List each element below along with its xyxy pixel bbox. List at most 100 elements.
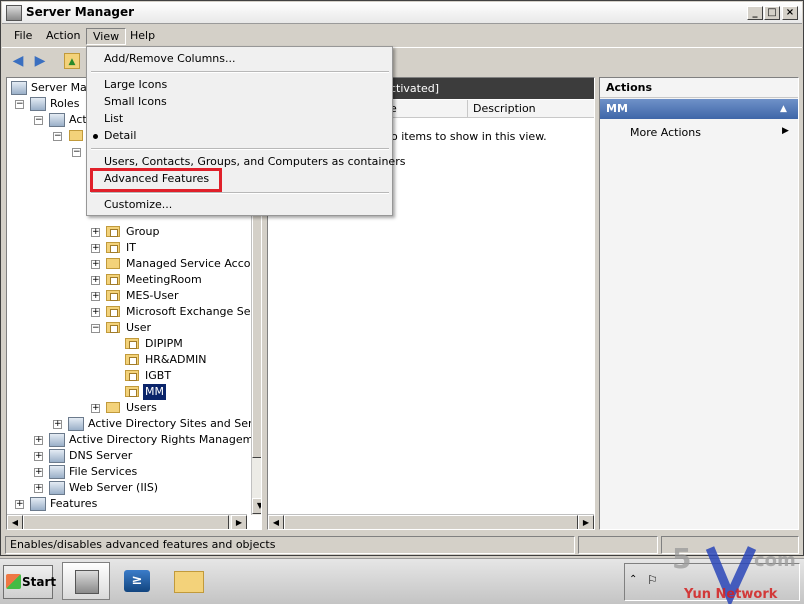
folder-icon bbox=[106, 258, 120, 269]
collapse-icon[interactable]: − bbox=[15, 100, 24, 109]
scroll-right-icon[interactable]: ▶ bbox=[578, 515, 594, 529]
scroll-left-icon[interactable]: ◀ bbox=[7, 515, 23, 529]
close-button[interactable]: × bbox=[782, 6, 798, 20]
minimize-button[interactable]: _ bbox=[747, 6, 763, 20]
folder-icon bbox=[106, 226, 120, 237]
ad-rms-icon bbox=[49, 433, 65, 447]
back-arrow-icon[interactable]: ◀ bbox=[10, 53, 26, 69]
highlight-annotation bbox=[90, 168, 222, 192]
menu-item-customize[interactable]: Customize... bbox=[104, 197, 172, 213]
server-manager-icon bbox=[75, 570, 99, 594]
menu-item-list[interactable]: List bbox=[104, 111, 123, 127]
domain-icon bbox=[69, 130, 83, 141]
expand-icon[interactable]: + bbox=[91, 228, 100, 237]
folder-icon bbox=[106, 306, 120, 317]
menu-separator bbox=[91, 192, 389, 194]
expand-icon[interactable]: + bbox=[34, 436, 43, 445]
expand-icon[interactable]: + bbox=[34, 484, 43, 493]
menu-bar: File Action View Help bbox=[2, 25, 802, 46]
ou-icon bbox=[125, 370, 139, 381]
features-icon bbox=[30, 497, 46, 511]
folder-icon bbox=[174, 571, 204, 593]
actions-pane: Actions MM ▲ More Actions ▶ bbox=[599, 77, 799, 530]
status-cell-2 bbox=[578, 536, 658, 554]
menu-action[interactable]: Action bbox=[40, 28, 86, 45]
menu-view[interactable]: View bbox=[86, 28, 127, 45]
menu-separator bbox=[91, 148, 389, 150]
scroll-thumb[interactable] bbox=[284, 515, 578, 529]
server-manager-icon bbox=[11, 81, 27, 95]
actions-section-header[interactable]: MM ▲ bbox=[600, 99, 798, 119]
windows-logo-icon bbox=[6, 574, 21, 589]
taskbar-server-manager-button[interactable] bbox=[62, 562, 110, 600]
menu-item-add-remove-columns[interactable]: Add/Remove Columns... bbox=[104, 51, 235, 67]
expand-icon[interactable]: + bbox=[91, 292, 100, 301]
ou-icon bbox=[125, 338, 139, 349]
ou-icon bbox=[125, 354, 139, 365]
menu-item-detail[interactable]: Detail bbox=[104, 128, 136, 144]
taskbar-powershell-button[interactable]: ≥ bbox=[114, 562, 162, 600]
folder-icon bbox=[106, 242, 120, 253]
status-cell-3 bbox=[661, 536, 799, 554]
list-horizontal-scrollbar[interactable]: ◀ ▶ bbox=[268, 514, 594, 529]
powershell-icon: ≥ bbox=[124, 570, 150, 592]
collapse-icon[interactable]: − bbox=[72, 148, 81, 157]
selected-tree-label: MM bbox=[143, 384, 166, 400]
menu-item-small-icons[interactable]: Small Icons bbox=[104, 94, 167, 110]
menu-item-large-icons[interactable]: Large Icons bbox=[104, 77, 167, 93]
submenu-arrow-icon: ▶ bbox=[782, 126, 789, 136]
folder-icon bbox=[106, 322, 120, 333]
taskbar: Start ≥ ⌃ ⚐ bbox=[0, 558, 804, 604]
collapse-icon[interactable]: − bbox=[91, 324, 100, 333]
window-title: Server Manager bbox=[26, 5, 135, 19]
action-center-flag-icon[interactable]: ⚐ bbox=[647, 573, 658, 587]
system-tray: ⌃ ⚐ bbox=[624, 563, 800, 601]
expand-icon[interactable]: + bbox=[34, 452, 43, 461]
status-text: Enables/disables advanced features and o… bbox=[5, 536, 575, 554]
status-bar: Enables/disables advanced features and o… bbox=[2, 534, 802, 555]
ad-sites-icon bbox=[68, 417, 84, 431]
title-bar[interactable]: Server Manager _ □ × bbox=[2, 2, 802, 24]
taskbar-explorer-button[interactable] bbox=[166, 562, 214, 600]
roles-icon bbox=[30, 97, 46, 111]
expand-icon[interactable]: + bbox=[91, 244, 100, 253]
ou-icon bbox=[125, 386, 139, 397]
file-services-icon bbox=[49, 465, 65, 479]
start-button[interactable]: Start bbox=[3, 565, 56, 599]
expand-icon[interactable]: + bbox=[15, 500, 24, 509]
collapse-icon[interactable]: − bbox=[53, 132, 62, 141]
actions-title: Actions bbox=[600, 78, 798, 98]
menu-file[interactable]: File bbox=[8, 28, 38, 45]
expand-icon[interactable]: + bbox=[91, 276, 100, 285]
expand-icon[interactable]: + bbox=[34, 468, 43, 477]
maximize-button[interactable]: □ bbox=[764, 6, 780, 20]
up-folder-icon[interactable]: ▲ bbox=[64, 53, 80, 69]
iis-icon bbox=[49, 481, 65, 495]
menu-separator bbox=[91, 71, 389, 73]
expand-icon[interactable]: + bbox=[91, 404, 100, 413]
expand-icon[interactable]: + bbox=[91, 308, 100, 317]
view-menu-dropdown: Add/Remove Columns... Large Icons Small … bbox=[86, 46, 405, 216]
server-manager-icon bbox=[6, 5, 22, 21]
scroll-right-icon[interactable]: ▶ bbox=[231, 515, 247, 529]
column-header-description[interactable]: Description bbox=[468, 100, 594, 118]
scroll-thumb[interactable] bbox=[23, 515, 229, 529]
expand-icon[interactable]: + bbox=[91, 260, 100, 269]
server-manager-window: Server Manager _ □ × File Action View He… bbox=[0, 0, 804, 556]
radio-bullet-icon bbox=[93, 134, 98, 139]
dns-icon bbox=[49, 449, 65, 463]
more-actions-link[interactable]: More Actions bbox=[630, 126, 701, 139]
scroll-down-icon[interactable]: ▼ bbox=[252, 498, 261, 514]
collapse-icon[interactable]: − bbox=[34, 116, 43, 125]
tree-horizontal-scrollbar[interactable]: ◀ ▶ bbox=[7, 514, 247, 529]
tray-expand-icon[interactable]: ⌃ bbox=[629, 574, 637, 585]
folder-icon bbox=[106, 290, 120, 301]
scroll-left-icon[interactable]: ◀ bbox=[268, 515, 284, 529]
menu-help[interactable]: Help bbox=[124, 28, 161, 45]
folder-icon bbox=[106, 402, 120, 413]
expand-icon[interactable]: + bbox=[53, 420, 62, 429]
active-directory-icon bbox=[49, 113, 65, 127]
empty-list-message: o items to show in this view. bbox=[391, 130, 547, 143]
forward-arrow-icon[interactable]: ▶ bbox=[32, 53, 48, 69]
collapse-up-icon[interactable]: ▲ bbox=[780, 99, 787, 119]
